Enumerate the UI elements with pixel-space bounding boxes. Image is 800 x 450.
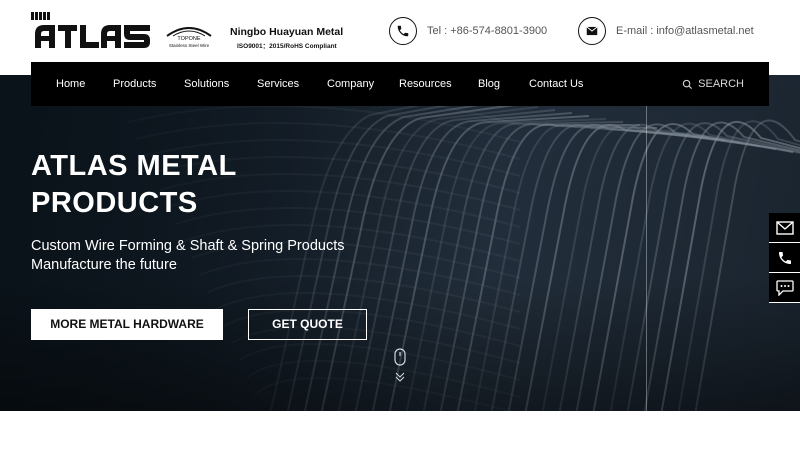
company-name: Ningbo Huayuan Metal (230, 26, 344, 38)
side-contact-bar (769, 213, 800, 303)
topone-logo[interactable]: TOPONE Stainless Steel Wire (163, 24, 215, 50)
phone-icon (389, 17, 417, 45)
nav-blog[interactable]: Blog (478, 62, 500, 106)
hero-subtitle-line2: Manufacture the future (31, 257, 177, 273)
side-mail-button[interactable] (769, 213, 800, 243)
phone-icon (778, 251, 791, 264)
more-metal-hardware-button[interactable]: MORE METAL HARDWARE (31, 309, 223, 340)
mail-icon (578, 17, 606, 45)
main-nav: Home Products Solutions Services Company… (31, 62, 769, 106)
nav-services[interactable]: Services (257, 62, 299, 106)
atlas-logo[interactable] (31, 12, 151, 50)
scroll-down-indicator[interactable] (392, 348, 408, 384)
hero-title-line2: PRODUCTS (31, 187, 198, 219)
site-header: TOPONE Stainless Steel Wire Ningbo Huayu… (0, 0, 800, 62)
nav-home[interactable]: Home (56, 62, 85, 106)
hero-title: ATLAS METAL PRODUCTS (31, 148, 361, 222)
nav-products[interactable]: Products (113, 62, 156, 106)
nav-resources[interactable]: Resources (399, 62, 452, 106)
hero-divider (646, 75, 647, 411)
topone-caption: Stainless Steel Wire (168, 43, 210, 48)
email-text[interactable]: E-mail : info@atlasmetal.net (616, 25, 754, 37)
hero-title-line1: ATLAS METAL (31, 150, 237, 182)
contact-email[interactable]: E-mail : info@atlasmetal.net (578, 17, 754, 45)
mouse-scroll-icon (394, 348, 406, 382)
company-cert: ISO9001：2015/RoHS Compliant (237, 43, 337, 50)
search-icon (682, 79, 693, 89)
chat-icon (775, 279, 794, 296)
get-quote-button[interactable]: GET QUOTE (248, 309, 367, 340)
search-label: SEARCH (698, 78, 744, 90)
company-info: Ningbo Huayuan Metal ISO9001：2015/RoHS C… (230, 26, 350, 50)
hero-subtitle-line1: Custom Wire Forming & Shaft & Spring Pro… (31, 238, 345, 254)
search-button[interactable]: SEARCH (682, 62, 744, 106)
nav-solutions[interactable]: Solutions (184, 62, 229, 106)
nav-contact-us[interactable]: Contact Us (529, 62, 583, 106)
phone-text[interactable]: Tel : +86-574-8801-3900 (427, 25, 547, 37)
mail-icon (775, 220, 794, 235)
atlas-logo-mark (31, 12, 150, 48)
contact-phone[interactable]: Tel : +86-574-8801-3900 (389, 17, 547, 45)
nav-company[interactable]: Company (327, 62, 374, 106)
side-chat-button[interactable] (769, 273, 800, 303)
topone-wordmark: TOPONE (177, 36, 201, 42)
side-phone-button[interactable] (769, 243, 800, 273)
